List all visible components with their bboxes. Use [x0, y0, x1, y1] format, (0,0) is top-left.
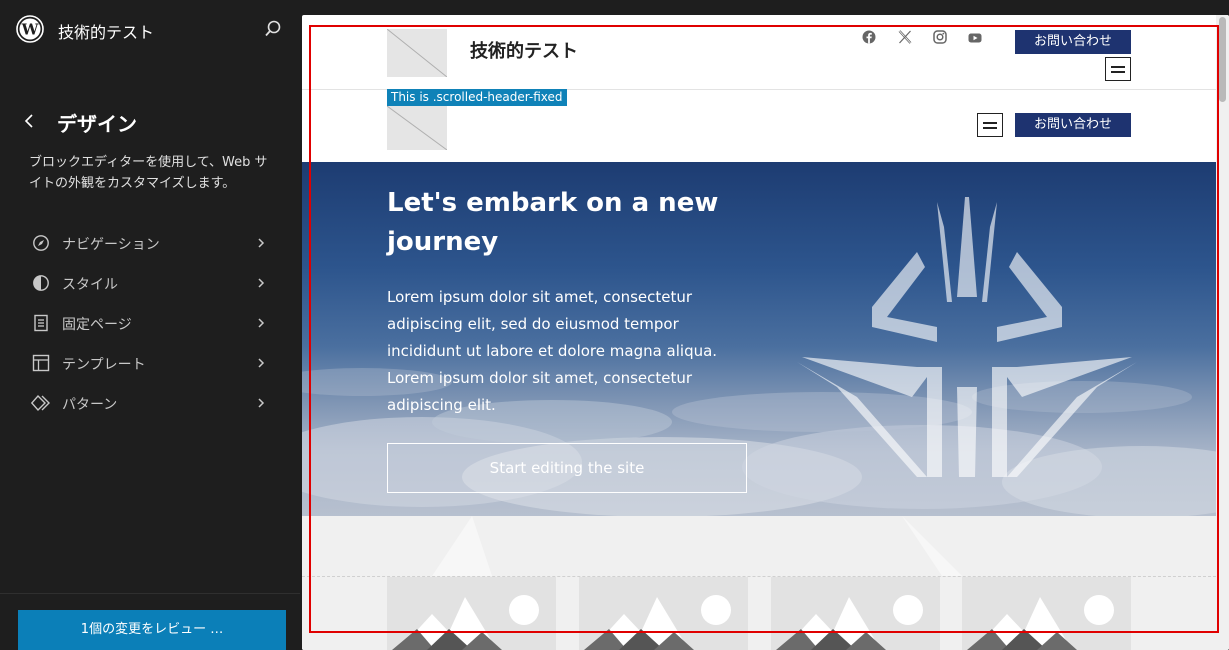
back-chevron-icon[interactable] [20, 110, 40, 132]
section-decoration [432, 516, 962, 576]
chevron-right-icon [258, 358, 265, 368]
x-icon[interactable] [898, 30, 912, 44]
sidebar-description: ブロックエディターを使用して、Web サイトの外観をカスタマイズします。 [29, 155, 268, 191]
review-changes-button[interactable]: 1個の変更をレビュー … [18, 610, 286, 650]
hero-paragraph[interactable]: Lorem ipsum dolor sit amet, consectetur … [387, 284, 737, 419]
post-card-image-placeholder[interactable] [579, 577, 748, 650]
site-title[interactable]: 技術的テスト [470, 37, 578, 63]
placeholder-icon [387, 29, 447, 77]
site-name[interactable]: 技術的テスト [58, 19, 154, 43]
wordpress-logo-icon[interactable]: W [16, 15, 44, 43]
emblem-logo-icon [797, 197, 1137, 477]
template-icon [32, 354, 50, 372]
pattern-icon [31, 394, 50, 412]
chevron-right-icon [258, 398, 265, 408]
facebook-icon[interactable] [862, 30, 876, 44]
site-logo-placeholder[interactable] [387, 29, 447, 77]
posts-section [302, 516, 1216, 650]
placeholder-icon [387, 106, 447, 150]
navigation-icon [33, 235, 49, 251]
start-editing-button[interactable]: Start editing the site [387, 443, 747, 493]
nav-item-templates[interactable]: テンプレート [22, 345, 278, 381]
editor-sidebar: W 技術的テスト デザイン ブロックエディターを使用して、Web サイトの外観を… [0, 0, 300, 650]
scrolled-header-tag: This is .scrolled-header-fixed [387, 89, 567, 106]
svg-text:W: W [21, 21, 40, 39]
sidebar-title: デザイン [57, 112, 137, 136]
fixed-header-logo-placeholder[interactable] [387, 106, 447, 150]
sidebar-header: W 技術的テスト [0, 0, 300, 60]
hero-heading[interactable]: Let's embark on a new journey [387, 184, 757, 262]
post-card-image-placeholder[interactable] [387, 577, 556, 650]
nav-item-label: 固定ページ [62, 317, 132, 333]
search-icon[interactable] [262, 18, 284, 40]
preview-scrollbar[interactable] [1216, 15, 1229, 650]
post-card-image-placeholder[interactable] [771, 577, 940, 650]
instagram-icon[interactable] [933, 30, 947, 44]
menu-hamburger-icon[interactable] [977, 113, 1003, 137]
image-placeholder-icon [776, 595, 923, 650]
chevron-right-icon [258, 278, 265, 288]
nav-item-pages[interactable]: 固定ページ [22, 305, 278, 341]
site-preview-canvas[interactable]: 技術的テスト お問い合わせ This is .scrolled-header-f… [302, 15, 1229, 650]
image-placeholder-icon [584, 595, 731, 650]
nav-item-patterns[interactable]: パターン [22, 385, 278, 421]
nav-item-navigation[interactable]: ナビゲーション [22, 225, 278, 261]
image-placeholder-icon [967, 595, 1114, 650]
hero-cover[interactable]: Let's embark on a new journey Lorem ipsu… [302, 162, 1216, 516]
page-icon [34, 314, 48, 332]
preview-scrollbar-thumb[interactable] [1219, 17, 1226, 102]
nav-item-styles[interactable]: スタイル [22, 265, 278, 301]
fixed-contact-button[interactable]: お問い合わせ [1015, 113, 1131, 137]
youtube-icon[interactable] [968, 31, 982, 45]
nav-item-label: ナビゲーション [62, 237, 160, 253]
nav-item-label: パターン [62, 397, 118, 413]
menu-hamburger-icon[interactable] [1105, 57, 1131, 81]
sidebar-divider [0, 593, 300, 594]
nav-item-label: スタイル [62, 277, 118, 293]
post-card-image-placeholder[interactable] [962, 577, 1131, 650]
nav-item-label: テンプレート [62, 357, 146, 373]
contact-button[interactable]: お問い合わせ [1015, 30, 1131, 54]
styles-icon [33, 275, 49, 291]
chevron-right-icon [258, 238, 265, 248]
image-placeholder-icon [392, 595, 539, 650]
chevron-right-icon [258, 318, 265, 328]
